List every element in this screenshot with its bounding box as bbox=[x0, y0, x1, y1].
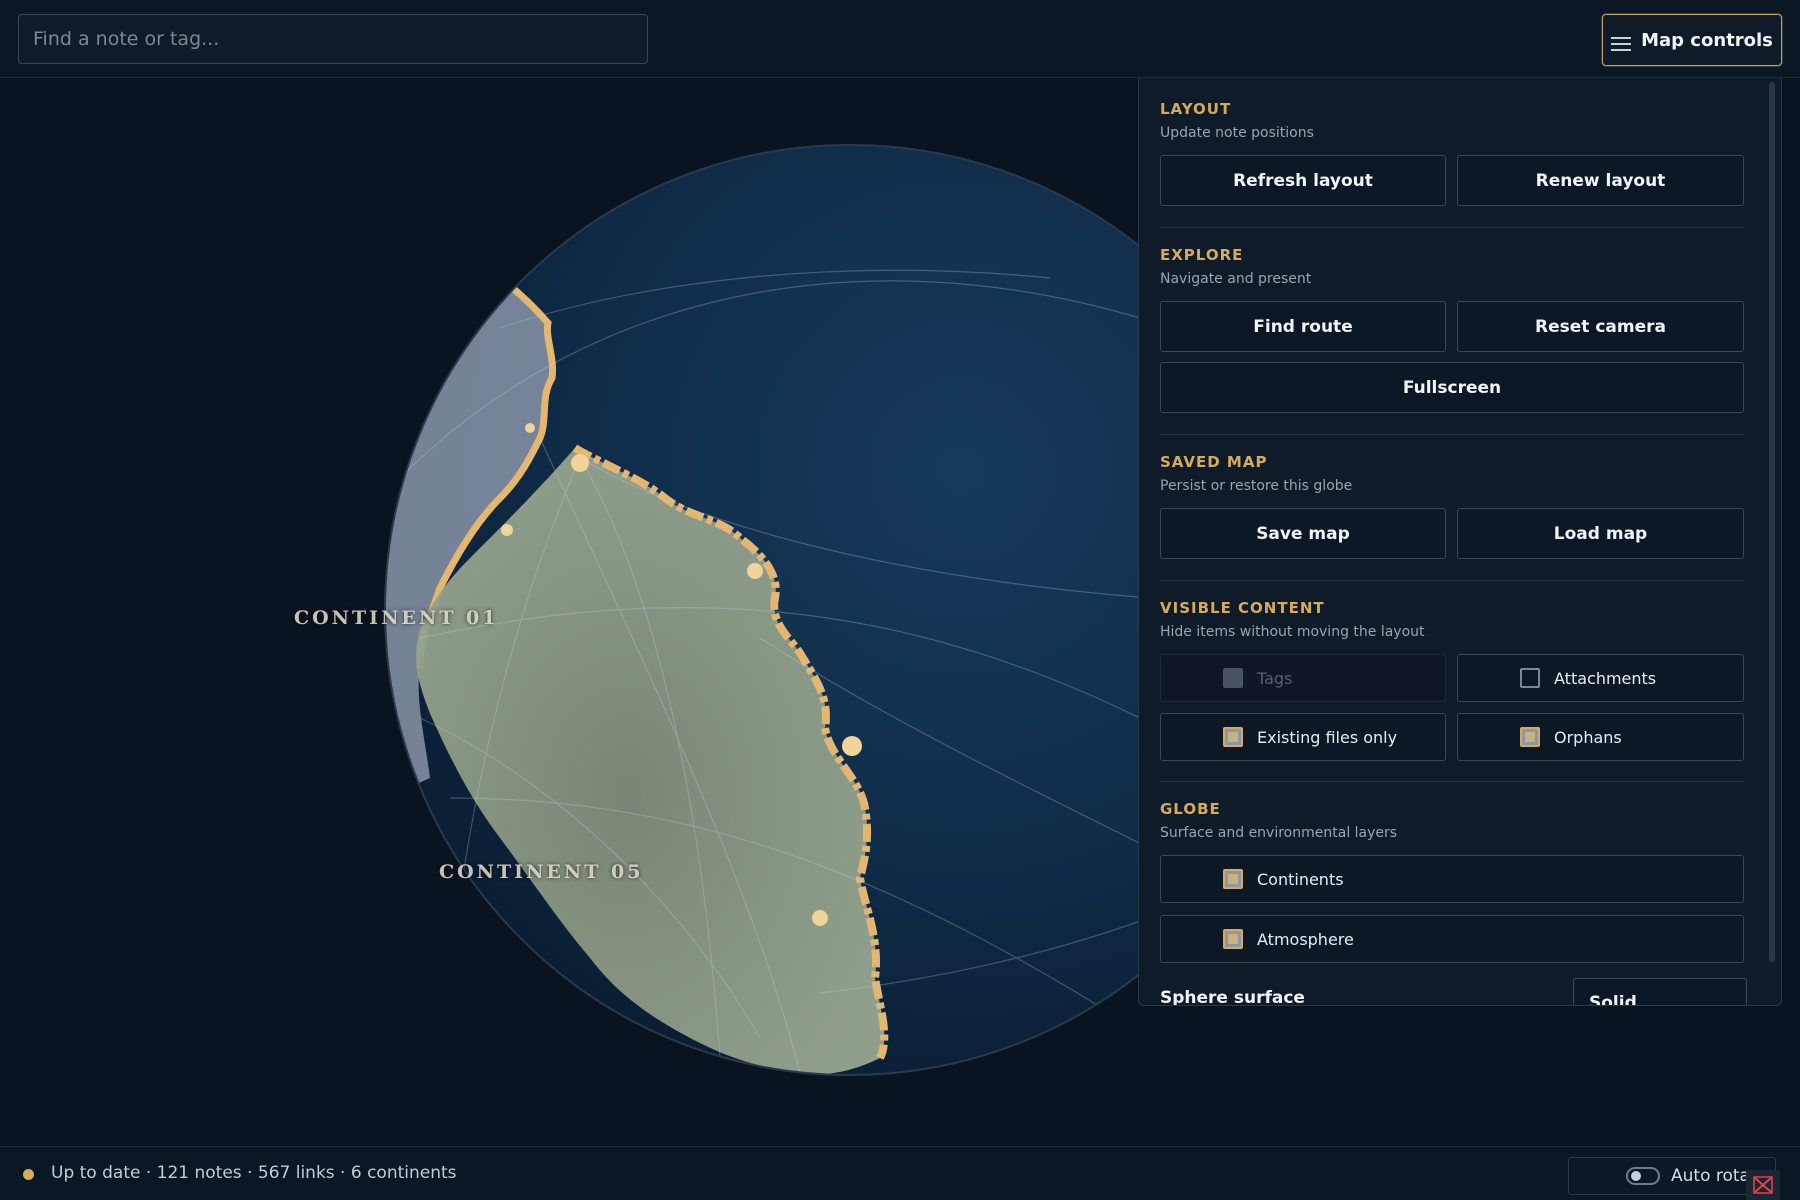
fullscreen-button[interactable]: Fullscreen bbox=[1160, 362, 1744, 413]
toggle-continents[interactable]: Continents bbox=[1160, 855, 1744, 903]
find-route-button[interactable]: Find route bbox=[1160, 301, 1446, 352]
search-input[interactable] bbox=[18, 14, 648, 64]
map-controls-label: Map controls bbox=[1641, 29, 1773, 51]
reset-camera-button[interactable]: Reset camera bbox=[1457, 301, 1744, 352]
globe-subtitle: Surface and environmental layers bbox=[1160, 825, 1398, 841]
globe-section: GLOBE Surface and environmental layers bbox=[1160, 800, 1744, 841]
renew-layout-button[interactable]: Renew layout bbox=[1457, 155, 1744, 206]
toggle-existing-files-only[interactable]: Existing files only bbox=[1160, 713, 1446, 761]
save-map-button[interactable]: Save map bbox=[1160, 508, 1446, 559]
saved-map-section: SAVED MAP Persist or restore this globe bbox=[1160, 453, 1744, 494]
toggle-attachments-label: Attachments bbox=[1554, 668, 1657, 688]
auto-rotate-label: Auto rota bbox=[1671, 1166, 1750, 1186]
continent-label-01: CONTINENT 01 bbox=[294, 607, 499, 629]
toggle-orphans[interactable]: Orphans bbox=[1457, 713, 1744, 761]
toggle-tags-label: Tags bbox=[1257, 668, 1293, 688]
checkbox-icon bbox=[1223, 668, 1243, 688]
explore-section: EXPLORE Navigate and present bbox=[1160, 246, 1744, 287]
toggle-atmosphere[interactable]: Atmosphere bbox=[1160, 915, 1744, 963]
toggle-orphans-label: Orphans bbox=[1554, 727, 1622, 747]
auto-rotate-toggle[interactable]: Auto rota bbox=[1568, 1157, 1776, 1195]
layout-title: LAYOUT bbox=[1160, 100, 1232, 118]
status-bar: Up to date · 121 notes · 567 links · 6 c… bbox=[0, 1146, 1800, 1200]
layout-subtitle: Update note positions bbox=[1160, 125, 1314, 141]
toggle-atmosphere-label: Atmosphere bbox=[1257, 929, 1354, 949]
explore-title: EXPLORE bbox=[1160, 246, 1244, 264]
continent-other-shape bbox=[1120, 1018, 1200, 1075]
sphere-surface-select[interactable]: Solid bbox=[1573, 978, 1747, 1005]
checkbox-icon bbox=[1520, 727, 1540, 747]
toggle-switch-icon[interactable] bbox=[1626, 1167, 1660, 1185]
visible-content-title: VISIBLE CONTENT bbox=[1160, 599, 1325, 617]
sphere-surface-label: Sphere surface bbox=[1160, 988, 1305, 1006]
load-map-button[interactable]: Load map bbox=[1457, 508, 1744, 559]
warning-icon[interactable] bbox=[1746, 1170, 1780, 1200]
layout-section: LAYOUT Update note positions bbox=[1160, 100, 1744, 141]
top-bar: Map controls bbox=[0, 0, 1800, 78]
explore-subtitle: Navigate and present bbox=[1160, 271, 1312, 287]
sphere-surface-row: Sphere surface Solid bbox=[1160, 978, 1747, 1006]
visible-content-subtitle: Hide items without moving the layout bbox=[1160, 624, 1425, 640]
refresh-layout-button[interactable]: Refresh layout bbox=[1160, 155, 1446, 206]
toggle-attachments[interactable]: Attachments bbox=[1457, 654, 1744, 702]
toggle-existing-files-label: Existing files only bbox=[1257, 727, 1398, 747]
panel-scrollbar[interactable] bbox=[1769, 82, 1775, 962]
hamburger-icon bbox=[1611, 37, 1632, 51]
status-dot-icon bbox=[23, 1169, 34, 1180]
map-controls-panel: LAYOUT Update note positions Refresh lay… bbox=[1138, 78, 1782, 1006]
divider bbox=[1160, 781, 1744, 782]
toggle-continents-label: Continents bbox=[1257, 869, 1344, 889]
globe-title: GLOBE bbox=[1160, 800, 1221, 818]
divider bbox=[1160, 580, 1744, 581]
visible-content-section: VISIBLE CONTENT Hide items without movin… bbox=[1160, 599, 1744, 640]
map-controls-button[interactable]: Map controls bbox=[1602, 14, 1782, 66]
toggle-tags: Tags bbox=[1160, 654, 1446, 702]
divider bbox=[1160, 434, 1744, 435]
divider bbox=[1160, 227, 1744, 228]
continent-label-05: CONTINENT 05 bbox=[439, 861, 644, 883]
saved-map-subtitle: Persist or restore this globe bbox=[1160, 478, 1353, 494]
saved-map-title: SAVED MAP bbox=[1160, 453, 1268, 471]
checkbox-icon bbox=[1223, 727, 1243, 747]
checkbox-icon bbox=[1520, 668, 1540, 688]
status-text: Up to date · 121 notes · 567 links · 6 c… bbox=[51, 1163, 457, 1183]
checkbox-icon bbox=[1223, 869, 1243, 889]
checkbox-icon bbox=[1223, 929, 1243, 949]
